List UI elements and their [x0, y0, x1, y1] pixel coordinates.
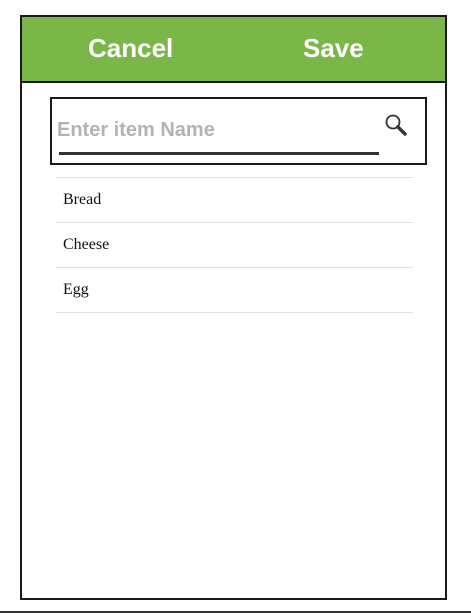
save-button[interactable]: Save	[303, 31, 364, 65]
search-icon[interactable]	[383, 112, 409, 138]
list-item[interactable]: Bread	[56, 178, 413, 223]
dialog-frame: Cancel Save Bread Cheese Egg	[20, 15, 447, 600]
cancel-button[interactable]: Cancel	[88, 31, 173, 65]
input-underline	[59, 152, 379, 155]
header-bar: Cancel Save	[22, 17, 445, 83]
list-item[interactable]: Egg	[56, 268, 413, 313]
list-item[interactable]: Cheese	[56, 223, 413, 268]
item-list: Bread Cheese Egg	[56, 177, 413, 313]
item-name-input[interactable]	[57, 115, 377, 145]
bottom-divider	[0, 611, 471, 613]
search-box	[50, 97, 427, 165]
